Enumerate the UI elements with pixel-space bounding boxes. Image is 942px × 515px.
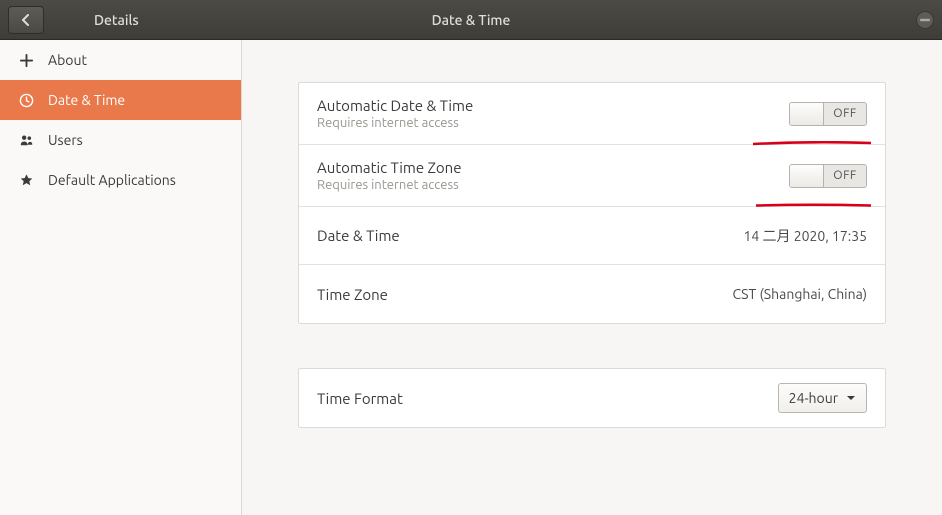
settings-group-main: Automatic Date & Time Requires internet … [298, 82, 886, 324]
settings-group-format: Time Format 24-hour [298, 368, 886, 428]
automatic-date-time-toggle[interactable]: OFF [789, 102, 867, 126]
toggle-label: OFF [824, 107, 866, 120]
automatic-time-zone-toggle[interactable]: OFF [789, 164, 867, 188]
row-value: 14 二月 2020, 17:35 [744, 226, 867, 246]
row-automatic-time-zone: Automatic Time Zone Requires internet ac… [299, 145, 885, 207]
sidebar-item-label: Default Applications [48, 172, 176, 188]
row-time-format: Time Format 24-hour [299, 369, 885, 427]
toggle-knob [790, 103, 824, 125]
sidebar-item-date-time[interactable]: Date & Time [0, 80, 241, 120]
time-format-combobox[interactable]: 24-hour [778, 383, 867, 413]
star-icon [18, 172, 34, 188]
row-title: Time Zone [317, 286, 388, 303]
sidebar-item-label: Date & Time [48, 92, 125, 108]
row-title: Automatic Date & Time [317, 97, 473, 114]
chevron-down-icon [846, 393, 856, 403]
toggle-knob [790, 165, 824, 187]
toggle-label: OFF [824, 169, 866, 182]
row-title: Automatic Time Zone [317, 159, 462, 176]
row-automatic-date-time: Automatic Date & Time Requires internet … [299, 83, 885, 145]
sidebar-item-label: About [48, 52, 87, 68]
plus-icon [18, 52, 34, 68]
row-title: Time Format [317, 390, 403, 407]
minimize-button[interactable] [916, 11, 934, 29]
row-date-time[interactable]: Date & Time 14 二月 2020, 17:35 [299, 207, 885, 265]
clock-icon [18, 92, 34, 108]
users-icon [18, 132, 34, 148]
row-subtitle: Requires internet access [317, 116, 473, 130]
row-subtitle: Requires internet access [317, 178, 462, 192]
sidebar-item-users[interactable]: Users [0, 120, 241, 160]
sidebar-item-label: Users [48, 132, 83, 148]
sidebar-item-default-applications[interactable]: Default Applications [0, 160, 241, 200]
row-value: CST (Shanghai, China) [732, 286, 867, 302]
chevron-left-icon [20, 14, 32, 26]
sidebar-item-about[interactable]: About [0, 40, 241, 80]
main: About Date & Time Users Default Applicat… [0, 40, 942, 515]
titlebar-left-label: Details [94, 12, 139, 28]
row-labels: Automatic Date & Time Requires internet … [317, 97, 473, 130]
back-button[interactable] [8, 6, 44, 34]
row-title: Date & Time [317, 227, 400, 244]
combobox-value: 24-hour [789, 390, 838, 406]
row-labels: Automatic Time Zone Requires internet ac… [317, 159, 462, 192]
minimize-icon [917, 12, 933, 28]
titlebar: Details Date & Time [0, 0, 942, 40]
content: Automatic Date & Time Requires internet … [242, 40, 942, 515]
row-time-zone[interactable]: Time Zone CST (Shanghai, China) [299, 265, 885, 323]
titlebar-center-label: Date & Time [371, 12, 571, 28]
sidebar: About Date & Time Users Default Applicat… [0, 40, 242, 515]
